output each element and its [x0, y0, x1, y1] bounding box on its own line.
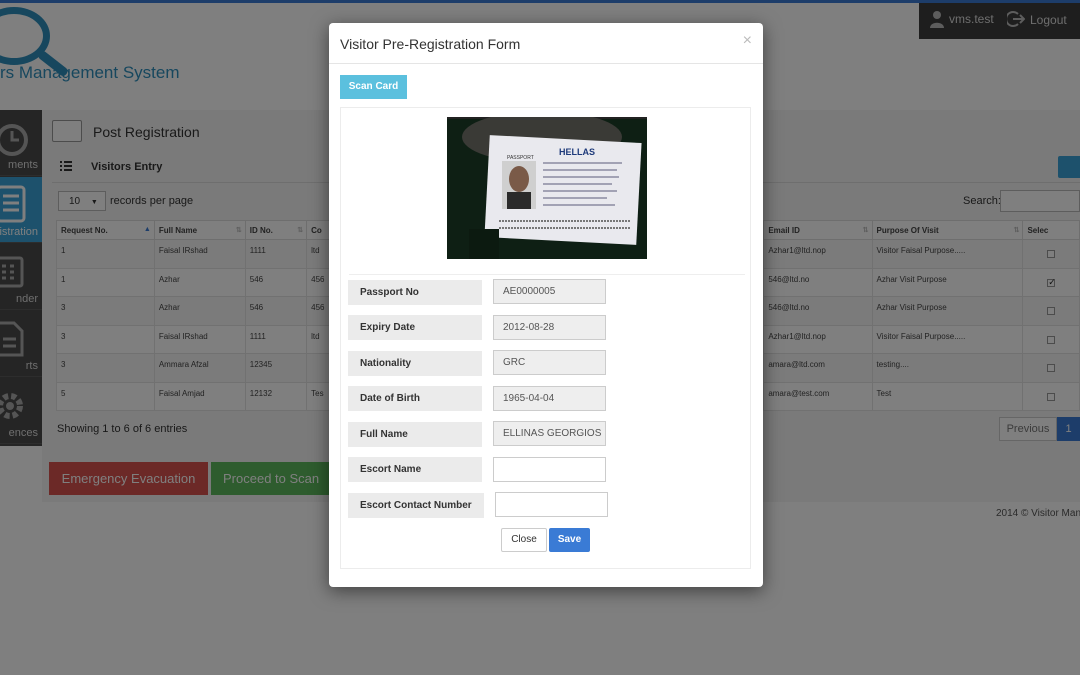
field-label: Date of Birth [348, 386, 482, 411]
form-divider [349, 274, 745, 275]
field-input[interactable]: AE0000005 [493, 279, 606, 304]
field-input[interactable]: GRC [493, 350, 606, 375]
field-input[interactable]: 2012-08-28 [493, 315, 606, 340]
modal-divider [329, 63, 763, 64]
field-label: Escort Contact Number [348, 493, 484, 518]
field-input[interactable]: ELLINAS GEORGIOS [493, 421, 606, 446]
field-label: Nationality [348, 351, 482, 376]
modal-title: Visitor Pre-Registration Form [340, 36, 521, 52]
save-button[interactable]: Save [549, 528, 590, 552]
pre-registration-modal: Visitor Pre-Registration Form × Scan Car… [329, 23, 763, 587]
field-input[interactable]: 1965-04-04 [493, 386, 606, 411]
field-label: Full Name [348, 422, 482, 447]
scanned-passport-image: HELLAS PASSPORT [447, 117, 647, 259]
passport-heading-text: HELLAS [559, 147, 595, 157]
field-label: Escort Name [348, 457, 482, 482]
field-input[interactable] [493, 457, 606, 482]
field-label: Expiry Date [348, 315, 482, 340]
passport-label-text: PASSPORT [507, 155, 534, 161]
close-button[interactable]: Close [501, 528, 547, 552]
scan-card-button[interactable]: Scan Card [340, 75, 407, 99]
field-input[interactable] [495, 492, 608, 517]
close-icon[interactable]: × [743, 32, 752, 50]
field-label: Passport No [348, 280, 482, 305]
